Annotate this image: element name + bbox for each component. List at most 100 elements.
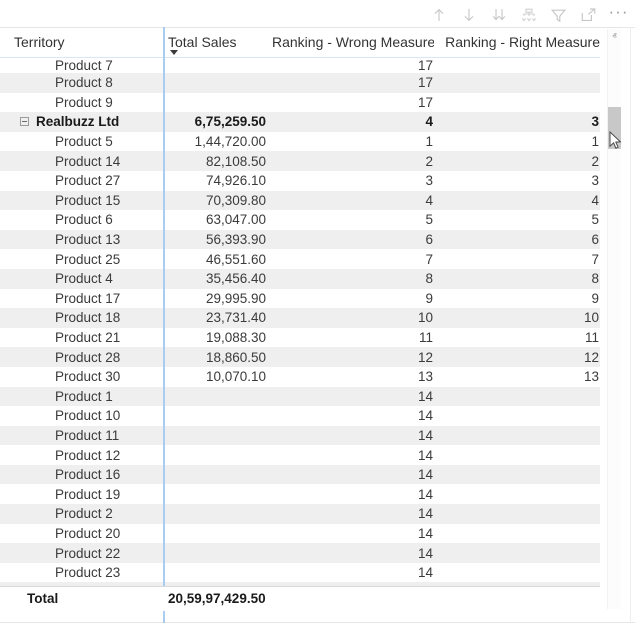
table-row[interactable]: Product 30 10,070.10 13 13 — [0, 367, 600, 387]
column-header-ranking-wrong-measure-label: Ranking - Wrong Measure — [272, 28, 434, 50]
scroll-down-icon[interactable]: ⱟ — [608, 594, 621, 607]
cell-territory: Product 20 — [0, 524, 164, 544]
table-row[interactable]: Product 16 14 — [0, 465, 600, 485]
cell-territory: Product 12 — [0, 445, 164, 465]
cell-total-sales — [164, 387, 272, 407]
table-row[interactable]: Product 22 14 — [0, 543, 600, 563]
cell-ranking-wrong-measure: 4 — [272, 112, 434, 132]
table-row[interactable]: Product 4 35,456.40 8 8 — [0, 269, 600, 289]
table-row[interactable]: Product 7 17 — [0, 58, 600, 74]
cell-ranking-right-measure: 10 — [434, 308, 600, 328]
cell-ranking-wrong-measure: 5 — [272, 210, 434, 230]
cell-ranking-wrong-measure: 14 — [272, 543, 434, 563]
cell-ranking-right-measure — [434, 563, 600, 583]
table-row[interactable]: Product 18 23,731.40 10 10 — [0, 308, 600, 328]
cell-ranking-wrong-measure: 4 — [272, 191, 434, 211]
cell-territory: Product 4 — [0, 269, 164, 289]
table-row[interactable]: Product 19 14 — [0, 484, 600, 504]
table-row[interactable]: Product 27 74,926.10 3 3 — [0, 171, 600, 191]
cell-total-sales — [164, 93, 272, 113]
cell-territory: Product 11 — [0, 426, 164, 446]
cell-ranking-wrong-measure: 14 — [272, 445, 434, 465]
scrollbar-thumb[interactable] — [608, 107, 621, 149]
cell-ranking-wrong-measure: 6 — [272, 230, 434, 250]
table-scroll-region: Territory Total Sales Ranking - Wrong Me… — [0, 27, 635, 623]
cell-ranking-wrong-measure: 8 — [272, 269, 434, 289]
cell-ranking-right-measure: 5 — [434, 210, 600, 230]
cell-ranking-wrong-measure: 2 — [272, 151, 434, 171]
group-label: Realbuzz Ltd — [36, 114, 119, 129]
table-row[interactable]: Product 8 17 — [0, 73, 600, 93]
cell-ranking-right-measure: 3 — [434, 112, 600, 132]
table-row[interactable]: Product 11 14 — [0, 426, 600, 446]
table-row[interactable]: Product 12 14 — [0, 445, 600, 465]
table-row[interactable]: Product 13 56,393.90 6 6 — [0, 230, 600, 250]
table-row[interactable]: Product 9 17 — [0, 93, 600, 113]
cell-ranking-right-measure — [434, 484, 600, 504]
more-options-icon[interactable]: ··· — [610, 3, 627, 27]
vertical-scrollbar[interactable]: ⱏ ⱟ — [607, 29, 621, 609]
table-row[interactable]: Product 1 14 — [0, 387, 600, 407]
cell-territory: Product 18 — [0, 308, 164, 328]
table-row[interactable]: Product 5 1,44,720.00 1 1 — [0, 132, 600, 152]
cell-ranking-wrong-measure: 9 — [272, 289, 434, 309]
cell-total-sales: 46,551.60 — [164, 249, 272, 269]
table-row[interactable]: Product 10 14 — [0, 406, 600, 426]
cell-territory: Product 14 — [0, 151, 164, 171]
table-row[interactable]: Product 17 29,995.90 9 9 — [0, 289, 600, 309]
cell-ranking-wrong-measure: 14 — [272, 465, 434, 485]
focus-mode-icon[interactable] — [580, 7, 597, 24]
cell-total-sales: 1,44,720.00 — [164, 132, 272, 152]
table-row[interactable]: Product 25 46,551.60 7 7 — [0, 249, 600, 269]
table-row[interactable]: Product 28 18,860.50 12 12 — [0, 347, 600, 367]
table-row[interactable]: Product 2 14 — [0, 504, 600, 524]
expand-all-icon[interactable] — [490, 7, 507, 24]
cell-total-sales — [164, 406, 272, 426]
column-header-ranking-right-measure[interactable]: Ranking - Right Measure — [434, 28, 600, 58]
cell-total-sales — [164, 73, 272, 93]
cell-ranking-right-measure: 13 — [434, 367, 600, 387]
cell-ranking-right-measure — [434, 93, 600, 113]
cell-ranking-right-measure: 7 — [434, 249, 600, 269]
cell-total-sales: 29,995.90 — [164, 289, 272, 309]
sort-descending-icon[interactable] — [170, 50, 178, 55]
scroll-up-icon[interactable]: ⱏ — [608, 31, 621, 44]
drill-mode-icon[interactable] — [520, 7, 537, 24]
table-row[interactable]: Product 21 19,088.30 11 11 — [0, 328, 600, 348]
table-total-row: Total 20,59,97,429.50 — [0, 586, 600, 611]
cell-ranking-right-measure — [434, 543, 600, 563]
matrix-visual: ··· Territory Total Sales Ranking - Wron… — [0, 0, 635, 623]
column-divider-line — [163, 27, 165, 623]
cell-territory: Product 22 — [0, 543, 164, 563]
cell-ranking-right-measure — [434, 465, 600, 485]
cell-total-sales: 18,860.50 — [164, 347, 272, 367]
table-row[interactable]: Product 15 70,309.80 4 4 — [0, 191, 600, 211]
cell-territory: Product 2 — [0, 504, 164, 524]
drill-up-icon[interactable] — [430, 7, 447, 24]
filter-icon[interactable] — [550, 7, 567, 24]
cell-ranking-wrong-measure: 3 — [272, 171, 434, 191]
cell-total-sales: 19,088.30 — [164, 328, 272, 348]
cell-territory: Product 30 — [0, 367, 164, 387]
cell-ranking-right-measure: 1 — [434, 132, 600, 152]
cell-ranking-right-measure: 8 — [434, 269, 600, 289]
column-header-total-sales-label: Total Sales — [164, 28, 272, 50]
collapse-group-icon[interactable] — [20, 117, 29, 126]
table-group-row[interactable]: Realbuzz Ltd 6,75,259.50 4 3 — [0, 112, 600, 132]
cell-total-sales: 82,108.50 — [164, 151, 272, 171]
column-header-territory-label: Territory — [0, 28, 164, 50]
cell-territory: Product 13 — [0, 230, 164, 250]
table-row[interactable]: Product 23 14 — [0, 563, 600, 583]
cell-ranking-right-measure: 6 — [434, 230, 600, 250]
column-header-territory[interactable]: Territory — [0, 28, 164, 58]
cell-ranking-wrong-measure: 13 — [272, 367, 434, 387]
column-header-ranking-wrong-measure[interactable]: Ranking - Wrong Measure — [272, 28, 434, 58]
column-header-total-sales[interactable]: Total Sales — [164, 28, 272, 58]
table-row[interactable]: Product 6 63,047.00 5 5 — [0, 210, 600, 230]
table-row[interactable]: Product 14 82,108.50 2 2 — [0, 151, 600, 171]
table-row[interactable]: Product 20 14 — [0, 524, 600, 544]
cell-ranking-right-measure — [434, 387, 600, 407]
cell-total-sales — [164, 543, 272, 563]
drill-down-icon[interactable] — [460, 7, 477, 24]
cell-ranking-right-measure: 3 — [434, 171, 600, 191]
